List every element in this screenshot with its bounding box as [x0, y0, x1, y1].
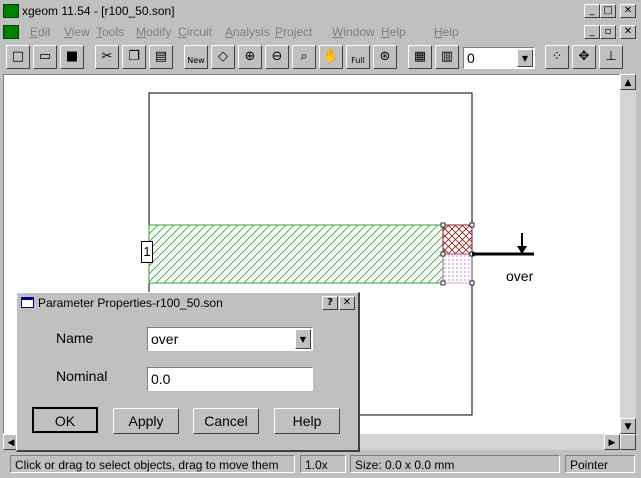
doc-restore-button[interactable]: ▫: [600, 25, 616, 39]
minimize-button[interactable]: _: [584, 4, 600, 18]
zoom-box-icon[interactable]: ⌕: [292, 45, 316, 69]
cut-icon[interactable]: ✂: [95, 45, 119, 69]
apply-button[interactable]: Apply: [113, 408, 179, 434]
scroll-up-icon[interactable]: ▲: [620, 74, 636, 90]
menu-help[interactable]: Help: [434, 25, 459, 39]
menu-circuit[interactable]: Analysis: [225, 25, 270, 39]
selection-handle[interactable]: [440, 251, 446, 257]
menu-bar: Edit View Tools Modify Circuit Analysis …: [0, 22, 641, 42]
doc-minimize-button[interactable]: _: [584, 25, 600, 39]
zoom-in-icon[interactable]: ⊕: [238, 45, 262, 69]
copy-icon[interactable]: ❐: [122, 45, 146, 69]
name-label: Name: [56, 330, 94, 346]
parameter-properties-dialog: Parameter Properties-r100_50.son ? ✕ Nam…: [16, 292, 360, 452]
zoom-fit-icon[interactable]: ⊛: [373, 45, 397, 69]
zoom-full-icon[interactable]: Full: [346, 45, 370, 69]
save-icon[interactable]: ■: [60, 45, 84, 69]
level-value: 0: [467, 50, 475, 66]
zoom-out-icon[interactable]: ⊖: [265, 45, 289, 69]
status-message: Click or drag to select objects, drag to…: [10, 455, 295, 473]
vertical-scrollbar[interactable]: ▲ ▼: [620, 74, 636, 434]
metal-polygon[interactable]: [148, 224, 444, 284]
via-polygon[interactable]: [442, 224, 473, 255]
dielectric-polygon[interactable]: [442, 253, 473, 284]
status-mode: Pointer: [565, 455, 635, 473]
name-select[interactable]: over ▼: [147, 327, 313, 351]
menu-file[interactable]: Edit: [30, 25, 51, 39]
scroll-right-icon[interactable]: ▶: [604, 434, 620, 450]
menu-window[interactable]: Help: [381, 25, 406, 39]
selection-handle[interactable]: [440, 280, 446, 286]
new-icon-label: New: [187, 56, 205, 65]
new-file-icon[interactable]: □: [6, 45, 30, 69]
stack-icon[interactable]: ▥: [435, 45, 459, 69]
menu-view[interactable]: Tools: [96, 25, 124, 39]
parameter-label[interactable]: over: [506, 268, 533, 284]
selection-handle[interactable]: [440, 222, 446, 228]
nominal-input[interactable]: 0.0: [147, 367, 313, 391]
selection-handle[interactable]: [469, 280, 475, 286]
menu-analysis[interactable]: Project: [275, 25, 312, 39]
app-icon[interactable]: [3, 4, 19, 18]
dialog-help-icon[interactable]: ?: [322, 296, 338, 310]
title-bar: xgeom 11.54 - [r100_50.son] _ □ ✕: [0, 0, 641, 22]
port-marker[interactable]: 1: [141, 241, 153, 263]
port-number: 1: [143, 244, 151, 259]
chevron-down-icon[interactable]: ▼: [517, 49, 533, 67]
nominal-label: Nominal: [56, 368, 108, 384]
dialog-close-icon[interactable]: ✕: [339, 296, 355, 310]
edit-3d-icon[interactable]: ◇: [211, 45, 235, 69]
maximize-button[interactable]: □: [600, 4, 616, 18]
toolbar: □ ▭ ■ ✂ ❐ ▤ New ◇ ⊕ ⊖ ⌕ ✋ Full ⊛ ▦ ▥ 0 ▼…: [0, 42, 641, 72]
status-size: Size: 0.0 x 0.0 mm: [350, 455, 560, 473]
move-icon[interactable]: ✥: [572, 45, 596, 69]
cancel-button[interactable]: Cancel: [193, 408, 259, 434]
dialog-window-icon: [21, 297, 34, 308]
chevron-down-icon[interactable]: ▼: [295, 329, 311, 349]
menu-modify[interactable]: Circuit: [178, 25, 212, 39]
open-folder-icon[interactable]: ▭: [33, 45, 57, 69]
pan-hand-icon[interactable]: ✋: [319, 45, 343, 69]
window-title: xgeom 11.54 - [r100_50.son]: [22, 4, 175, 18]
document-icon[interactable]: [3, 25, 19, 39]
menu-tools[interactable]: Modify: [136, 25, 171, 39]
zoom-full-label: Full: [351, 56, 365, 65]
help-button[interactable]: Help: [274, 408, 340, 434]
ruler-icon[interactable]: ⊥: [599, 45, 623, 69]
layers-icon[interactable]: ▦: [408, 45, 432, 69]
grid-icon[interactable]: ⁘: [545, 45, 569, 69]
menu-project[interactable]: Window: [332, 25, 375, 39]
dialog-title: Parameter Properties-r100_50.son: [38, 296, 223, 310]
dialog-title-bar[interactable]: Parameter Properties-r100_50.son ? ✕: [18, 294, 356, 312]
new-icon[interactable]: New: [184, 45, 208, 69]
status-zoom: 1.0x: [300, 455, 346, 473]
selection-handle[interactable]: [469, 222, 475, 228]
scroll-corner: [620, 434, 636, 450]
name-value: over: [151, 331, 179, 347]
status-bar: Click or drag to select objects, drag to…: [0, 452, 641, 476]
paste-icon[interactable]: ▤: [149, 45, 173, 69]
doc-close-button[interactable]: ✕: [620, 25, 636, 39]
close-button[interactable]: ✕: [620, 4, 636, 18]
scroll-down-icon[interactable]: ▼: [620, 418, 636, 434]
menu-edit[interactable]: View: [64, 25, 90, 39]
ok-button[interactable]: OK: [32, 407, 98, 433]
level-select[interactable]: 0 ▼: [463, 47, 535, 69]
